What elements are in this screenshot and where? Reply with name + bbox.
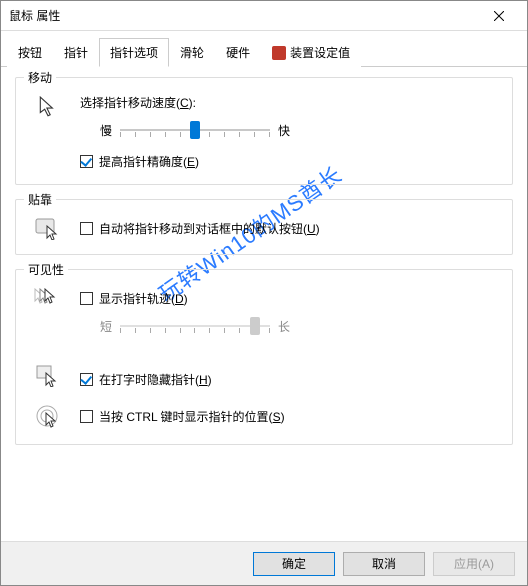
group-motion-label: 移动 (24, 69, 56, 86)
pointer-speed-slider[interactable]: 慢 快 (100, 119, 500, 141)
snap-icon (35, 218, 61, 240)
fast-label: 快 (278, 122, 290, 139)
enhance-precision-checkbox[interactable]: 提高指针精确度(E) (80, 153, 500, 170)
tab-buttons[interactable]: 按钮 (7, 38, 53, 67)
long-label: 长 (278, 318, 290, 335)
checkbox-icon (80, 222, 93, 235)
tab-device-settings[interactable]: 装置设定值 (261, 38, 361, 67)
close-button[interactable] (479, 4, 519, 28)
mouse-properties-window: 鼠标 属性 按钮 指针 指针选项 滑轮 硬件 装置设定值 玩转Win10的MS酋… (0, 0, 528, 586)
tab-strip: 按钮 指针 指针选项 滑轮 硬件 装置设定值 (1, 31, 527, 67)
group-snap: 贴靠 自动将指针移动到对话框中的默认按钮(U) (15, 199, 513, 255)
group-visibility: 可见性 显示指针轨迹(D) 短 (15, 269, 513, 445)
tab-content: 玩转Win10的MS酋长 移动 选择指针移动速度(C): 慢 (1, 67, 527, 541)
group-snap-label: 贴靠 (24, 191, 56, 208)
group-visibility-label: 可见性 (24, 261, 68, 278)
trails-length-slider: 短 长 (100, 315, 500, 337)
checkbox-icon (80, 410, 93, 423)
pointer-trails-label: 显示指针轨迹(D) (99, 290, 188, 307)
device-settings-icon (272, 46, 286, 60)
short-label: 短 (100, 318, 112, 335)
snap-to-default-label: 自动将指针移动到对话框中的默认按钮(U) (99, 220, 320, 237)
tab-pointer-options[interactable]: 指针选项 (99, 38, 169, 67)
group-motion: 移动 选择指针移动速度(C): 慢 (15, 77, 513, 185)
snap-to-default-checkbox[interactable]: 自动将指针移动到对话框中的默认按钮(U) (80, 220, 500, 237)
apply-button: 应用(A) (433, 552, 515, 576)
trails-icon (34, 288, 62, 310)
titlebar: 鼠标 属性 (1, 1, 527, 31)
pointer-speed-label: 选择指针移动速度(C): (80, 94, 500, 111)
hide-while-typing-label: 在打字时隐藏指针(H) (99, 371, 212, 388)
tab-hardware[interactable]: 硬件 (215, 38, 261, 67)
checkbox-icon (80, 155, 93, 168)
slow-label: 慢 (100, 122, 112, 139)
tab-wheel[interactable]: 滑轮 (169, 38, 215, 67)
checkbox-icon (80, 292, 93, 305)
checkbox-icon (80, 373, 93, 386)
tab-pointers[interactable]: 指针 (53, 38, 99, 67)
ctrl-locate-icon (35, 404, 61, 430)
hide-pointer-icon (36, 365, 60, 387)
enhance-precision-label: 提高指针精确度(E) (99, 153, 199, 170)
cursor-icon (37, 96, 59, 118)
dialog-footer: 确定 取消 应用(A) (1, 541, 527, 585)
pointer-trails-checkbox[interactable]: 显示指针轨迹(D) (80, 290, 500, 307)
close-icon (494, 11, 504, 21)
show-on-ctrl-label: 当按 CTRL 键时显示指针的位置(S) (99, 408, 285, 425)
cancel-button[interactable]: 取消 (343, 552, 425, 576)
hide-while-typing-checkbox[interactable]: 在打字时隐藏指针(H) (80, 371, 500, 388)
show-on-ctrl-checkbox[interactable]: 当按 CTRL 键时显示指针的位置(S) (80, 408, 500, 425)
window-title: 鼠标 属性 (9, 7, 479, 24)
ok-button[interactable]: 确定 (253, 552, 335, 576)
